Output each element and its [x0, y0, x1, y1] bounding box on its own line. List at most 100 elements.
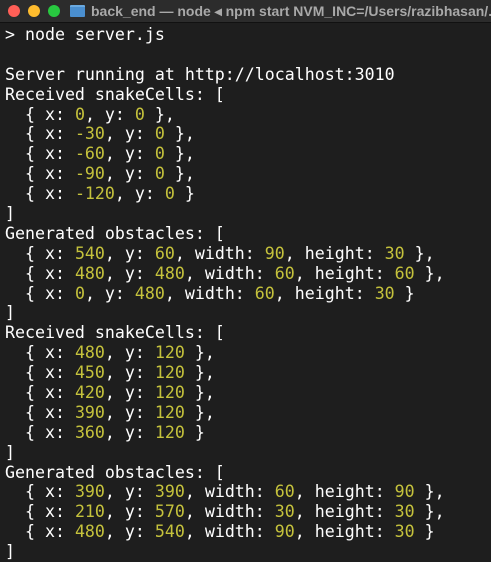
terminal-line: Received snakeCells: [ [5, 85, 491, 105]
terminal-line: { x: -60, y: 0 }, [5, 144, 491, 164]
output-text: , width: [164, 283, 255, 303]
output-text: }, [404, 243, 435, 263]
number-value: 390 [74, 482, 105, 502]
number-value: 0 [74, 283, 85, 303]
number-value: 90 [394, 482, 415, 502]
terminal-line: ] [5, 303, 491, 323]
output-text: , y: [104, 502, 155, 522]
output-text: ] [5, 442, 15, 462]
number-value: 540 [74, 243, 105, 263]
number-value: -30 [74, 124, 105, 144]
output-text: { x: [5, 184, 75, 204]
terminal-line: { x: -120, y: 0 } [5, 184, 491, 204]
folder-icon [70, 5, 85, 17]
terminal-line: { x: 0, y: 480, width: 60, height: 30 } [5, 284, 491, 304]
number-value: 120 [154, 343, 185, 363]
number-value: 0 [134, 104, 145, 124]
terminal-line: ] [5, 204, 491, 224]
number-value: 570 [154, 502, 185, 522]
output-text: }, [414, 502, 445, 522]
output-text: Received snakeCells: [ [5, 323, 225, 343]
zoom-button[interactable] [48, 5, 60, 17]
terminal-line: { x: 420, y: 120 }, [5, 383, 491, 403]
output-text: ] [5, 204, 15, 224]
number-value: 540 [154, 522, 185, 542]
output-text: }, [164, 164, 195, 184]
output-text: , y: [84, 104, 135, 124]
number-value: 480 [74, 522, 105, 542]
output-text: , width: [184, 502, 275, 522]
output-text: ] [5, 303, 15, 323]
output-text: { x: [5, 482, 75, 502]
output-text: }, [184, 402, 215, 422]
number-value: 0 [154, 144, 165, 164]
output-text: } [174, 184, 195, 204]
output-text: , y: [104, 164, 155, 184]
number-value: -90 [74, 164, 105, 184]
output-text: { x: [5, 104, 75, 124]
number-value: 0 [164, 184, 175, 204]
output-text: , y: [104, 144, 155, 164]
terminal-line: { x: 480, y: 540, width: 90, height: 30 … [5, 522, 491, 542]
output-text: }, [414, 482, 445, 502]
number-value: 390 [154, 482, 185, 502]
output-text: , height: [294, 482, 395, 502]
number-value: 90 [274, 522, 295, 542]
output-text: { x: [5, 502, 75, 522]
number-value: 120 [154, 422, 185, 442]
number-value: 30 [394, 522, 415, 542]
number-value: 30 [394, 502, 415, 522]
window-title: back_end — node ◂ npm start NVM_INC=/Use… [91, 2, 491, 19]
output-text: }, [144, 104, 175, 124]
number-value: 60 [274, 263, 295, 283]
output-text: }, [164, 144, 195, 164]
output-text: { x: [5, 124, 75, 144]
number-value: 120 [154, 383, 185, 403]
number-value: 30 [274, 502, 295, 522]
number-value: 0 [154, 164, 165, 184]
output-text: , height: [294, 522, 395, 542]
output-text: , y: [104, 402, 155, 422]
output-text: { x: [5, 363, 75, 383]
number-value: 30 [384, 243, 405, 263]
terminal-line: > node server.js [5, 25, 491, 45]
terminal-line: { x: -30, y: 0 }, [5, 124, 491, 144]
output-text: , y: [104, 383, 155, 403]
output-text: , y: [104, 522, 155, 542]
output-text: { x: [5, 263, 75, 283]
output-text: Received snakeCells: [ [5, 84, 225, 104]
output-text: } [394, 283, 415, 303]
output-text: , width: [184, 482, 275, 502]
output-text: , width: [174, 243, 265, 263]
close-button[interactable] [8, 5, 20, 17]
output-text: }, [414, 263, 445, 283]
output-text: , height: [294, 502, 395, 522]
output-text: { x: [5, 522, 75, 542]
output-text: , y: [104, 124, 155, 144]
terminal-output[interactable]: > node server.js Server running at http:/… [0, 23, 491, 562]
terminal-line: { x: 450, y: 120 }, [5, 363, 491, 383]
minimize-button[interactable] [28, 5, 40, 17]
number-value: 0 [74, 104, 85, 124]
output-text: , height: [274, 283, 375, 303]
number-value: 420 [74, 383, 105, 403]
output-text: , height: [284, 243, 385, 263]
output-text: > node server.js [5, 25, 165, 44]
output-text: { x: [5, 283, 75, 303]
terminal-line: Received snakeCells: [ [5, 323, 491, 343]
number-value: -60 [74, 144, 105, 164]
number-value: 120 [154, 363, 185, 383]
terminal-line: { x: 480, y: 480, width: 60, height: 60 … [5, 264, 491, 284]
output-text: , width: [184, 522, 275, 542]
terminal-line: { x: 390, y: 390, width: 60, height: 90 … [5, 482, 491, 502]
terminal-line: { x: 540, y: 60, width: 90, height: 30 }… [5, 244, 491, 264]
title-bar[interactable]: back_end — node ◂ npm start NVM_INC=/Use… [0, 0, 491, 23]
number-value: 90 [264, 243, 285, 263]
output-text: }, [184, 343, 215, 363]
output-text: }, [184, 363, 215, 383]
terminal-line: Generated obstacles: [ [5, 463, 491, 483]
terminal-line: { x: 390, y: 120 }, [5, 403, 491, 423]
output-text: Generated obstacles: [ [5, 223, 225, 243]
output-text: } [414, 522, 435, 542]
